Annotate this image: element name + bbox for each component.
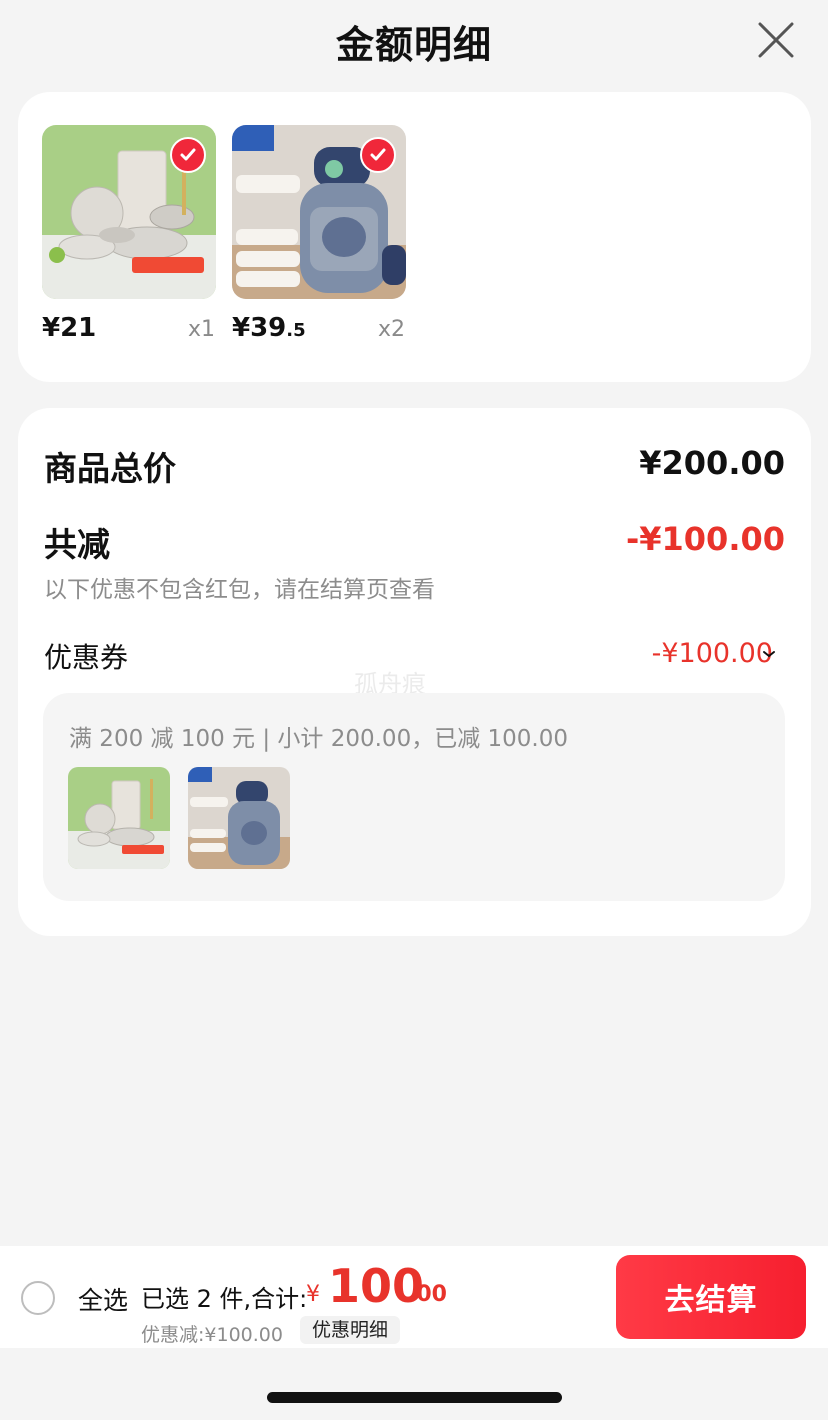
product-price: ¥21 bbox=[42, 313, 97, 343]
amount-detail-sheet: 金额明细 ¥21 x1 ¥39.5 x2 商品总价 ¥200.00 共减 -¥1… bbox=[0, 0, 828, 1420]
discount-amount: 优惠减:¥100.00 bbox=[141, 1324, 283, 1346]
header: 金额明细 bbox=[0, 0, 828, 80]
product-item[interactable]: ¥21 x1 bbox=[42, 125, 217, 343]
product-price: ¥39.5 bbox=[232, 313, 306, 343]
select-all-label[interactable]: 全选 bbox=[78, 1281, 128, 1317]
product-image-tableware bbox=[42, 125, 216, 299]
reduce-label: 共减 bbox=[44, 525, 110, 564]
coupon-value[interactable]: -¥100.00 bbox=[652, 638, 773, 669]
total-currency: ¥ bbox=[306, 1282, 320, 1307]
chevron-down-icon[interactable] bbox=[761, 646, 777, 662]
selected-products-card: ¥21 x1 ¥39.5 x2 bbox=[18, 92, 811, 382]
coupon-description: 满 200 减 100 元 | 小计 200.00，已减 100.00 bbox=[69, 726, 568, 752]
page-title: 金额明细 bbox=[335, 23, 492, 67]
product-qty: x1 bbox=[187, 317, 215, 342]
checkmark-icon[interactable] bbox=[170, 137, 206, 173]
product-item[interactable]: ¥39.5 x2 bbox=[232, 125, 407, 343]
total-amount-decimal: .00 bbox=[408, 1282, 447, 1307]
product-price-row: ¥39.5 x2 bbox=[232, 313, 407, 353]
close-icon bbox=[758, 22, 794, 58]
product-price-row: ¥21 x1 bbox=[42, 313, 217, 353]
product-image-thermos bbox=[232, 125, 406, 299]
coupon-product-thumb bbox=[188, 767, 290, 869]
close-button[interactable] bbox=[754, 18, 798, 62]
total-price-label: 商品总价 bbox=[44, 449, 176, 488]
select-all-radio[interactable] bbox=[21, 1281, 55, 1315]
selected-count-text: 已选 2 件,合计: bbox=[141, 1285, 308, 1313]
total-price-value: ¥200.00 bbox=[639, 444, 785, 482]
checkout-button[interactable]: 去结算 bbox=[616, 1255, 806, 1339]
product-qty: x2 bbox=[377, 317, 405, 342]
coupon-label: 优惠券 bbox=[44, 641, 129, 674]
coupon-product-thumb bbox=[68, 767, 170, 869]
price-summary-card: 商品总价 ¥200.00 共减 -¥100.00 以下优惠不包含红包，请在结算页… bbox=[18, 408, 811, 936]
home-indicator bbox=[267, 1392, 562, 1403]
checkmark-icon[interactable] bbox=[360, 137, 396, 173]
reduce-value: -¥100.00 bbox=[625, 520, 785, 558]
bottom-checkout-bar: 全选 已选 2 件,合计: ¥ 100 .00 优惠减:¥100.00 优惠明细… bbox=[0, 1246, 828, 1348]
discount-detail-button[interactable]: 优惠明细 bbox=[300, 1316, 401, 1344]
coupon-detail-box: 满 200 减 100 元 | 小计 200.00，已减 100.00 bbox=[43, 693, 785, 901]
discount-note: 以下优惠不包含红包，请在结算页查看 bbox=[44, 577, 435, 603]
